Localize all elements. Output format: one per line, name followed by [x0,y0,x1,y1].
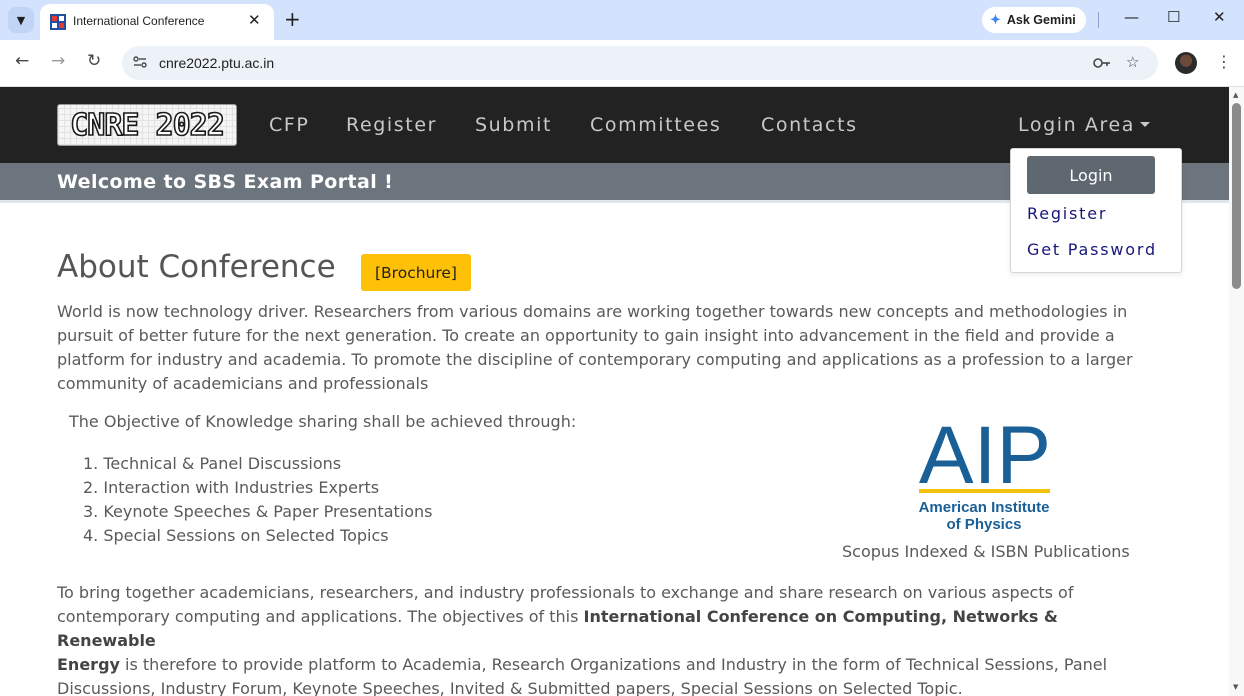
list-item: 4. Special Sessions on Selected Topics [83,526,389,545]
objectives-paragraph: To bring together academicians, research… [57,581,1147,696]
list-item: 1. Technical & Panel Discussions [83,454,342,473]
new-tab-icon[interactable]: + [284,8,301,30]
aip-logo: AIP American Institute of Physics [919,417,1052,533]
aip-caption: Scopus Indexed & ISBN Publications [842,542,1130,561]
login-dropdown-menu: Login Register Get Password [1010,148,1182,273]
nav-submit[interactable]: Submit [475,114,552,136]
browser-chrome: ▼ International Conference ✕ + ✦ Ask Gem… [0,0,1244,87]
maximize-icon[interactable]: ☐ [1167,8,1180,26]
page-scrollbar[interactable]: ▲ ▼ [1229,87,1244,696]
para-line: Energy is therefore to provide platform … [57,653,1147,677]
nav-register[interactable]: Register [346,114,437,136]
caret-down-icon [1140,122,1151,127]
about-title: About Conference [57,249,336,285]
tab-strip: ▼ International Conference ✕ + ✦ Ask Gem… [0,0,1244,40]
aip-line2: of Physics [946,516,1021,533]
gemini-sparkle-icon: ✦ [990,12,1001,27]
welcome-text: Welcome to SBS Exam Portal ! [57,171,394,193]
logo-text: CNRE 2022 [69,107,225,144]
objective-heading: The Objective of Knowledge sharing shall… [69,412,577,431]
url-text: cnre2022.ptu.ac.in [159,55,275,71]
objectives-list: 1. Technical & Panel Discussions 2. Inte… [83,452,432,548]
brochure-button[interactable]: [Brochure] [361,254,471,291]
ask-gemini-label: Ask Gemini [1006,13,1076,27]
chevron-down-icon: ▼ [16,13,26,27]
password-key-icon[interactable] [1092,55,1112,71]
nav-cfp[interactable]: CFP [269,114,309,136]
minimize-icon[interactable]: — [1124,8,1139,26]
dropdown-login-button[interactable]: Login [1027,156,1155,194]
para-text: contemporary computing and applications.… [57,607,584,626]
browser-toolbar: ← → ↻ cnre2022.ptu.ac.in ☆ ⋮ [0,40,1244,87]
forward-icon[interactable]: → [51,51,65,71]
aip-letters: AIP [919,417,1051,501]
dropdown-get-password-link[interactable]: Get Password [1027,240,1157,259]
aip-line1: American Institute [919,499,1050,516]
browser-menu-icon[interactable]: ⋮ [1216,52,1232,71]
site-info-icon[interactable] [132,54,148,70]
tab-divider [1098,12,1099,28]
intro-line: community of academicians and profession… [57,374,429,393]
list-item: 2. Interaction with Industries Experts [83,478,380,497]
list-item: 3. Keynote Speeches & Paper Presentation… [83,502,433,521]
login-area-toggle[interactable]: Login Area [1018,114,1151,136]
tab-title: International Conference [73,14,205,28]
tab-search-button[interactable]: ▼ [8,7,34,33]
reload-icon[interactable]: ↻ [87,51,101,71]
para-line: Discussions, Industry Forum, Keynote Spe… [57,679,963,696]
para-line: contemporary computing and applications.… [57,605,1147,653]
aip-gold-bar [919,489,1050,493]
scroll-thumb[interactable] [1232,103,1241,289]
scroll-up-icon[interactable]: ▲ [1233,91,1238,99]
window-close-icon[interactable]: ✕ [1213,8,1226,26]
intro-line: pursuit of better future for the next ge… [57,326,1115,345]
site-favicon-icon [50,14,66,30]
browser-tab[interactable]: International Conference ✕ [40,4,274,40]
scroll-down-icon[interactable]: ▼ [1233,683,1238,691]
ask-gemini-button[interactable]: ✦ Ask Gemini [982,7,1086,33]
profile-avatar[interactable] [1175,52,1197,74]
back-icon[interactable]: ← [15,51,29,71]
bookmark-star-icon[interactable]: ☆ [1126,53,1139,71]
address-bar[interactable]: cnre2022.ptu.ac.in ☆ [122,46,1158,80]
conference-name-end: Energy [57,655,120,674]
page-viewport: CNRE 2022 CFP Register Submit Committees… [0,87,1244,696]
nav-contacts[interactable]: Contacts [761,114,858,136]
para-text: is therefore to provide platform to Acad… [119,655,1108,674]
nav-committees[interactable]: Committees [590,114,721,136]
intro-line: World is now technology driver. Research… [57,302,1128,321]
dropdown-register-link[interactable]: Register [1027,204,1107,223]
close-tab-icon[interactable]: ✕ [248,11,261,29]
login-area-label: Login Area [1018,114,1136,136]
para-line: To bring together academicians, research… [57,583,1074,602]
intro-paragraph: World is now technology driver. Research… [57,300,1147,396]
cnre-logo[interactable]: CNRE 2022 [57,104,237,146]
intro-line: platform for industry and academia. To p… [57,350,1133,369]
